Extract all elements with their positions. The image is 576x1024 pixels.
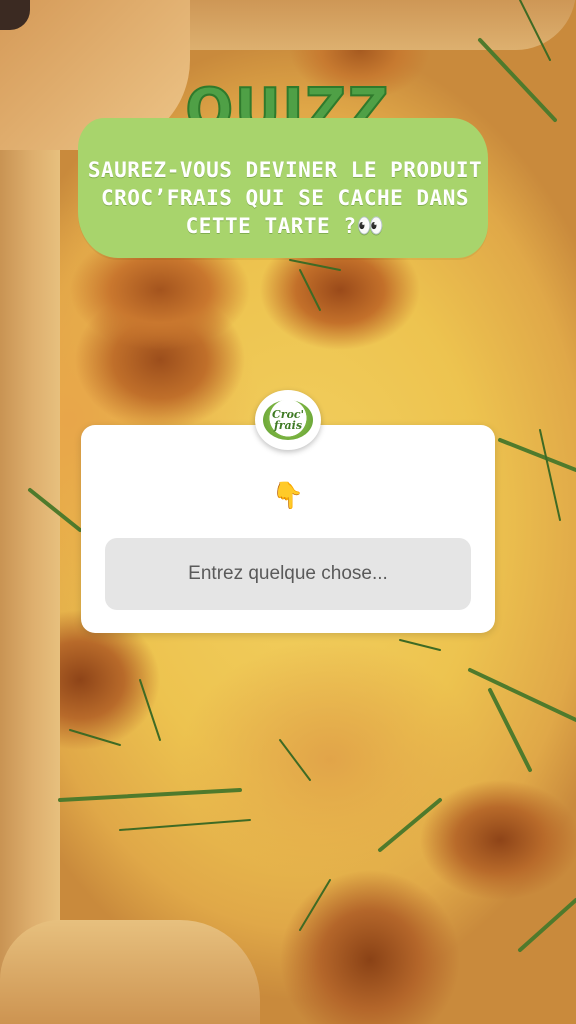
answer-input[interactable] bbox=[105, 538, 471, 610]
pointing-down-emoji-icon: 👇 bbox=[271, 481, 305, 511]
question-line-2: CROC’FRAIS QUI SE CACHE DANS bbox=[100, 186, 469, 210]
question-line-3-text: CETTE TARTE ? bbox=[185, 214, 357, 238]
story-screen: QUIZZ SAUREZ-VOUS DEVINER LE PRODUIT CRO… bbox=[0, 0, 576, 1024]
eyes-emoji-icon: 👀 bbox=[356, 214, 385, 239]
question-line-1: SAUREZ-VOUS DEVINER LE PRODUIT bbox=[87, 158, 483, 182]
question-line-3: CETTE TARTE ?👀 bbox=[80, 212, 490, 241]
logo-text-line-2: frais bbox=[273, 419, 303, 432]
question-text: SAUREZ-VOUS DEVINER LE PRODUIT CROC’FRAI… bbox=[80, 156, 490, 241]
crocfrais-logo-icon: Croc' frais bbox=[255, 390, 321, 450]
logo-heart: Croc' frais bbox=[263, 400, 313, 440]
